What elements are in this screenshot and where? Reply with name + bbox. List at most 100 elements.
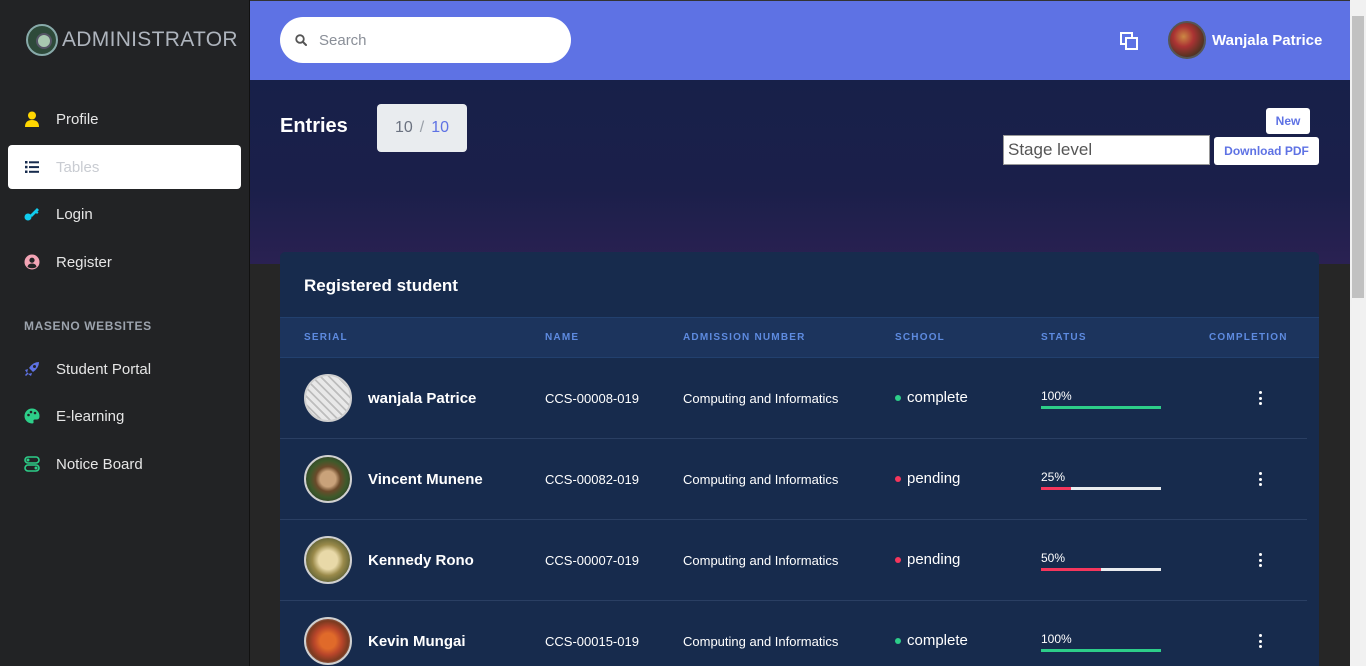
more-options-icon[interactable] — [1253, 390, 1267, 406]
copy-icon[interactable] — [1119, 31, 1139, 51]
user-name: Wanjala Patrice — [1212, 31, 1323, 49]
status-badge: pending — [895, 551, 960, 568]
status-badge: pending — [895, 470, 960, 487]
sidebar-link-e-learning[interactable]: E-learning — [8, 394, 241, 438]
progress-label: 25% — [1041, 470, 1066, 484]
progress-fill — [1041, 568, 1101, 571]
admission-number: CCS-00015-019 — [545, 634, 639, 649]
status-text: complete — [907, 632, 968, 649]
student-avatar — [304, 536, 352, 584]
student-name[interactable]: Kevin Mungai — [368, 633, 466, 650]
status-text: pending — [907, 551, 961, 568]
sidebar-link-student-portal[interactable]: Student Portal — [8, 347, 241, 391]
search-box[interactable] — [280, 17, 571, 63]
table-row: Vincent Munene CCS-00082-019 Computing a… — [280, 439, 1307, 520]
status-dot-icon — [895, 556, 901, 563]
sidebar-link-notice-board[interactable]: Notice Board — [8, 442, 241, 486]
search-input[interactable] — [319, 31, 539, 49]
brand-title: ADMINISTRATOR — [62, 28, 238, 51]
sidebar-link-label: Notice Board — [56, 455, 143, 473]
column-header[interactable]: ADMISSION NUMBER — [683, 332, 806, 343]
progress-fill — [1041, 649, 1161, 652]
search-icon — [295, 34, 307, 46]
scrollbar-thumb[interactable] — [1352, 16, 1364, 298]
page-header: Entries 10 / 10 New Download PDF — [250, 80, 1350, 264]
brand[interactable]: ADMINISTRATOR — [26, 24, 238, 56]
table-row: wanjala Patrice CCS-00008-019 Computing … — [280, 358, 1307, 439]
column-header[interactable]: COMPLETION — [1209, 332, 1288, 343]
sidebar-item-register[interactable]: Register — [8, 240, 241, 284]
student-avatar — [304, 374, 352, 422]
status-badge: complete — [895, 632, 968, 649]
stage-level-input[interactable] — [1003, 135, 1210, 165]
student-name[interactable]: Kennedy Rono — [368, 552, 474, 569]
entries-counter: 10 / 10 — [377, 104, 467, 152]
brand-logo-icon — [26, 24, 58, 56]
admission-number: CCS-00008-019 — [545, 391, 639, 406]
user-circle-icon — [24, 254, 40, 270]
student-avatar — [304, 455, 352, 503]
key-icon — [24, 206, 40, 222]
palette-icon — [24, 408, 40, 424]
table-row: Kevin Mungai CCS-00015-019 Computing and… — [280, 601, 1307, 666]
rocket-icon — [24, 361, 40, 377]
more-options-icon[interactable] — [1253, 552, 1267, 568]
progress-bar — [1041, 406, 1161, 409]
more-options-icon[interactable] — [1253, 633, 1267, 649]
sidebar: ADMINISTRATOR Profile Tables Login Regis… — [0, 0, 250, 666]
progress-label: 100% — [1041, 632, 1072, 646]
top-navbar: Wanjala Patrice — [250, 0, 1350, 80]
progress-bar — [1041, 568, 1161, 571]
column-header[interactable]: NAME — [545, 332, 579, 343]
entries-total: 10 — [431, 119, 450, 136]
school-name: Computing and Informatics — [683, 634, 839, 649]
status-dot-icon — [895, 475, 901, 482]
sidebar-item-login[interactable]: Login — [8, 192, 241, 236]
card-title: Registered student — [304, 276, 458, 295]
user-menu[interactable]: Wanjala Patrice — [1168, 21, 1322, 59]
column-header[interactable]: SERIAL — [304, 332, 348, 343]
sidebar-link-label: E-learning — [56, 407, 125, 425]
page-title: Entries — [280, 115, 348, 137]
progress-label: 100% — [1041, 389, 1072, 403]
sidebar-item-label: Tables — [56, 158, 100, 176]
sidebar-item-label: Register — [56, 253, 112, 271]
sidebar-item-label: Profile — [56, 110, 99, 128]
school-name: Computing and Informatics — [683, 391, 839, 406]
entries-separator: / — [419, 119, 425, 136]
progress-bar — [1041, 649, 1161, 652]
sidebar-item-tables[interactable]: Tables — [8, 145, 241, 189]
progress-label: 50% — [1041, 551, 1066, 565]
status-badge: complete — [895, 389, 968, 406]
table-header: SERIAL NAME ADMISSION NUMBER SCHOOL STAT… — [280, 317, 1319, 358]
progress-bar — [1041, 487, 1161, 490]
column-header[interactable]: STATUS — [1041, 332, 1087, 343]
student-name[interactable]: Vincent Munene — [368, 471, 483, 488]
column-header[interactable]: SCHOOL — [895, 332, 945, 343]
table-row: Kennedy Rono CCS-00007-019 Computing and… — [280, 520, 1307, 601]
progress-fill — [1041, 406, 1161, 409]
admission-number: CCS-00082-019 — [545, 472, 639, 487]
student-avatar — [304, 617, 352, 665]
new-button[interactable]: New — [1266, 108, 1310, 134]
more-options-icon[interactable] — [1253, 471, 1267, 487]
entries-current: 10 — [394, 119, 413, 136]
status-text: pending — [907, 470, 961, 487]
user-icon — [24, 111, 40, 127]
sidebar-item-profile[interactable]: Profile — [8, 97, 241, 141]
admission-number: CCS-00007-019 — [545, 553, 639, 568]
students-card: Registered student SERIAL NAME ADMISSION… — [280, 252, 1319, 666]
status-dot-icon — [895, 394, 901, 401]
section-heading: MASENO WEBSITES — [24, 319, 152, 333]
progress-fill — [1041, 487, 1071, 490]
student-name[interactable]: wanjala Patrice — [368, 390, 476, 407]
sidebar-link-label: Student Portal — [56, 360, 152, 378]
avatar — [1168, 21, 1206, 59]
ui-icon — [24, 456, 40, 472]
school-name: Computing and Informatics — [683, 553, 839, 568]
status-dot-icon — [895, 637, 901, 644]
status-text: complete — [907, 389, 968, 406]
download-pdf-button[interactable]: Download PDF — [1214, 137, 1319, 165]
sidebar-item-label: Login — [56, 205, 93, 223]
school-name: Computing and Informatics — [683, 472, 839, 487]
